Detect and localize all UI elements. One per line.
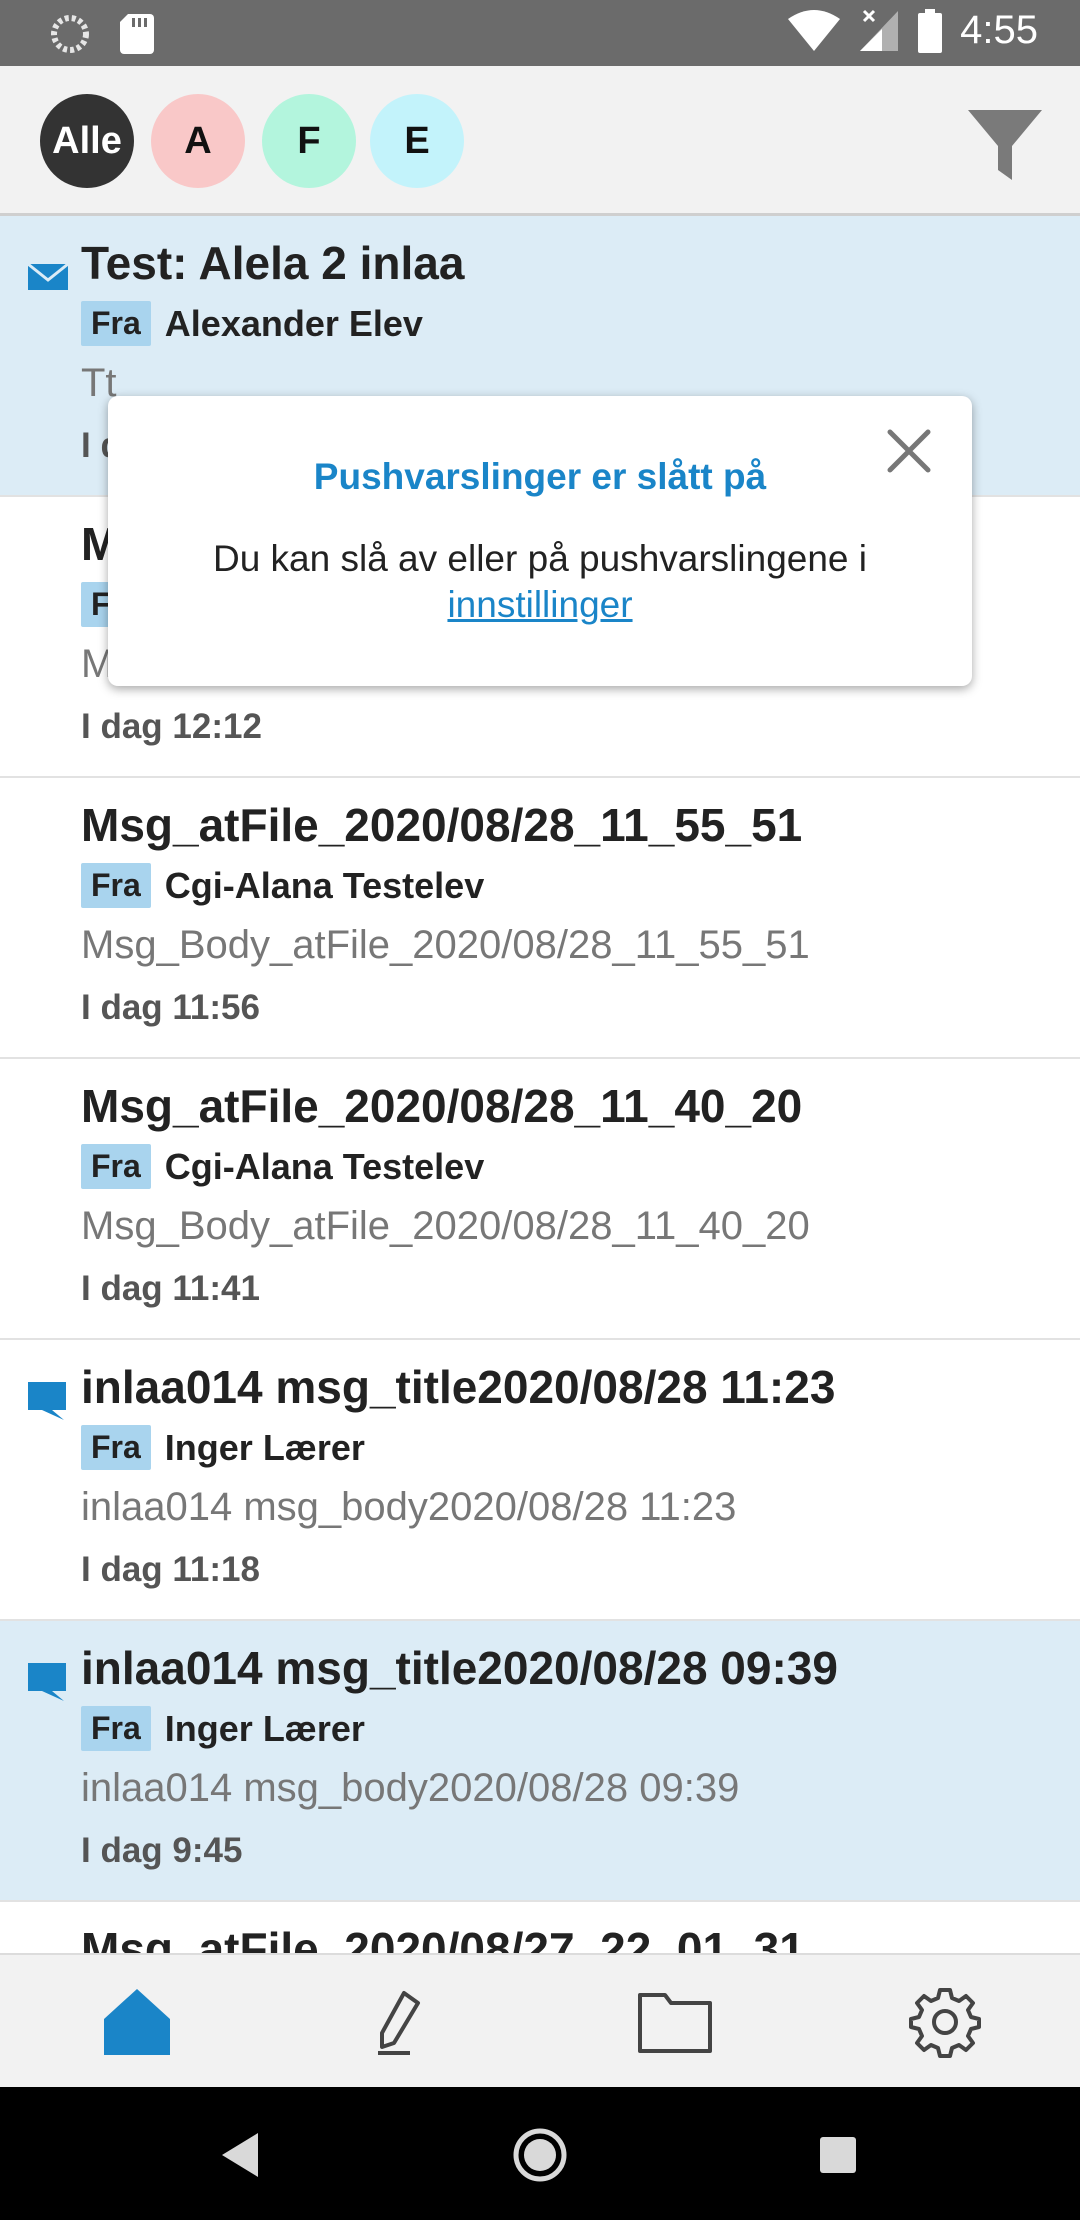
message-preview: Msg_Body_atFile_2020/08/28_11_40_20 bbox=[81, 1204, 810, 1248]
filter-bar: Alle A F E bbox=[0, 66, 1080, 216]
message-item[interactable]: Msg_atFile_2020/08/28_11_55_51 Fra Cgi-A… bbox=[0, 778, 1080, 1059]
message-title: inlaa014 msg_title2020/08/28 09:39 bbox=[81, 1642, 838, 1694]
message-sender-row: Fra Inger Lærer bbox=[81, 1706, 365, 1751]
filter-chip-alle[interactable]: Alle bbox=[40, 94, 134, 188]
system-nav-bar bbox=[0, 2087, 1080, 2220]
message-sender-row: Fra Cgi-Alana Testelev bbox=[81, 863, 484, 908]
message-item[interactable]: Msg_atFile_2020/08/28_11_40_20 Fra Cgi-A… bbox=[0, 1059, 1080, 1340]
sync-icon bbox=[51, 15, 89, 53]
sender-name: Inger Lærer bbox=[164, 1707, 365, 1749]
from-tag: Fra bbox=[81, 301, 151, 346]
message-time: I dag 9:45 bbox=[81, 1831, 243, 1870]
nav-compose[interactable] bbox=[358, 1977, 448, 2067]
message-item[interactable]: inlaa014 msg_title2020/08/28 09:39 Fra I… bbox=[0, 1621, 1080, 1902]
message-title: Msg_atFile_2020/08/28_11_55_51 bbox=[81, 799, 803, 851]
recents-icon[interactable] bbox=[806, 2123, 870, 2187]
home-circle-icon[interactable] bbox=[508, 2123, 572, 2187]
nav-home[interactable] bbox=[92, 1977, 182, 2067]
message-time: I dag 12:12 bbox=[81, 707, 262, 746]
message-sender-row: Fra Inger Lærer bbox=[81, 1425, 365, 1470]
folder-icon bbox=[638, 1993, 712, 2053]
settings-gear-icon bbox=[909, 1988, 981, 2058]
message-title: Msg_atFile_2020/08/27_22_01_31 bbox=[81, 1923, 805, 1953]
message-title: Msg_atFile_2020/08/28_11_40_20 bbox=[81, 1080, 803, 1132]
popup-text: Du kan slå av eller på pushvarslingene i… bbox=[108, 536, 972, 628]
filter-chip-a[interactable]: A bbox=[151, 94, 245, 188]
filter-chip-e[interactable]: E bbox=[370, 94, 464, 188]
from-tag: Fra bbox=[81, 863, 151, 908]
compose-pen-icon bbox=[378, 1991, 420, 2055]
settings-link[interactable]: innstillinger bbox=[447, 584, 632, 625]
message-time: I dag 11:56 bbox=[81, 988, 260, 1027]
status-bar: 4:55 bbox=[0, 0, 1080, 66]
status-time: 4:55 bbox=[960, 8, 1038, 52]
cell-signal-icon bbox=[860, 9, 899, 51]
message-sender-row: Fra Alexander Elev bbox=[81, 301, 423, 346]
nav-settings[interactable] bbox=[900, 1977, 990, 2067]
nav-folders[interactable] bbox=[630, 1977, 720, 2067]
message-sender-row: Fra Cgi-Alana Testelev bbox=[81, 1144, 484, 1189]
message-preview: inlaa014 msg_body2020/08/28 11:23 bbox=[81, 1485, 737, 1529]
from-tag: Fra bbox=[81, 1425, 151, 1470]
sender-name: Cgi-Alana Testelev bbox=[164, 1145, 485, 1187]
home-icon bbox=[104, 1989, 170, 2055]
push-notification-popup: Pushvarslinger er slått på Du kan slå av… bbox=[108, 396, 972, 686]
message-preview: Msg_Body_atFile_2020/08/28_11_55_51 bbox=[81, 923, 810, 967]
from-tag: Fra bbox=[81, 1144, 151, 1189]
sd-card-icon bbox=[120, 14, 154, 54]
filter-funnel-icon[interactable] bbox=[966, 106, 1044, 184]
message-item[interactable]: inlaa014 msg_title2020/08/28 11:23 Fra I… bbox=[0, 1340, 1080, 1621]
popup-title: Pushvarslinger er slått på bbox=[313, 456, 767, 497]
sender-name: Inger Lærer bbox=[164, 1426, 365, 1468]
battery-icon bbox=[918, 8, 943, 53]
message-time: I dag 11:18 bbox=[81, 1550, 260, 1589]
envelope-icon bbox=[28, 262, 68, 290]
message-time: I dag 11:41 bbox=[81, 1269, 260, 1308]
message-title: Test: Alela 2 inlaa bbox=[81, 237, 465, 289]
back-icon[interactable] bbox=[210, 2123, 274, 2187]
message-item[interactable]: Msg_atFile_2020/08/27_22_01_31 bbox=[0, 1902, 1080, 1953]
sender-name: Cgi-Alana Testelev bbox=[164, 864, 485, 906]
chat-bubble-icon bbox=[28, 1663, 66, 1701]
popup-message: Du kan slå av eller på pushvarslingene i bbox=[212, 538, 868, 579]
message-preview: inlaa014 msg_body2020/08/28 09:39 bbox=[81, 1766, 740, 1810]
message-title: inlaa014 msg_title2020/08/28 11:23 bbox=[81, 1361, 836, 1413]
wifi-icon bbox=[788, 9, 841, 51]
bottom-nav bbox=[0, 1953, 1080, 2087]
filter-chip-f[interactable]: F bbox=[262, 94, 356, 188]
sender-name: Alexander Elev bbox=[164, 302, 423, 344]
from-tag: Fra bbox=[81, 1706, 151, 1751]
chat-bubble-icon bbox=[28, 1382, 66, 1420]
